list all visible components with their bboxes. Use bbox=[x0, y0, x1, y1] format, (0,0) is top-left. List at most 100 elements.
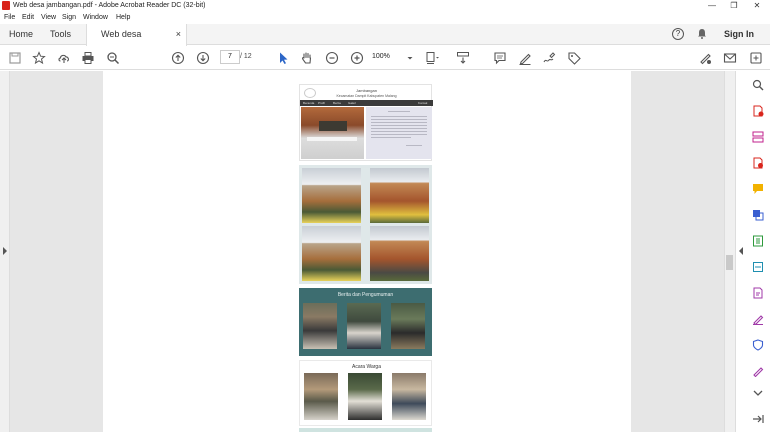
menu-help[interactable]: Help bbox=[116, 13, 130, 23]
stamp-tag-icon[interactable] bbox=[567, 51, 581, 65]
print-icon[interactable] bbox=[81, 51, 95, 65]
minimize-button[interactable]: — bbox=[701, 0, 723, 12]
gallery-photo bbox=[370, 226, 429, 281]
expand-more-tools-chevron-icon[interactable] bbox=[752, 387, 764, 399]
gallery-photo bbox=[302, 168, 361, 223]
request-signature-icon[interactable] bbox=[752, 365, 764, 377]
scan-ocr-icon[interactable] bbox=[752, 261, 764, 273]
village-office-photo bbox=[301, 107, 364, 159]
close-tab-icon[interactable]: × bbox=[176, 24, 181, 45]
text-line bbox=[371, 125, 427, 126]
text-line bbox=[371, 131, 427, 132]
fill-sign-pen-icon[interactable] bbox=[698, 51, 712, 65]
bookmark-star-icon[interactable] bbox=[32, 51, 46, 65]
text-line bbox=[371, 134, 427, 135]
tab-home[interactable]: Home bbox=[9, 24, 33, 45]
gallery-photo bbox=[370, 168, 429, 223]
menu-window[interactable]: Window bbox=[83, 13, 108, 23]
compress-pdf-icon[interactable] bbox=[752, 235, 764, 247]
hand-tool-icon[interactable] bbox=[300, 51, 314, 65]
restore-button[interactable]: ❐ bbox=[723, 0, 745, 12]
nav-item: Galeri bbox=[348, 101, 357, 105]
upload-cloud-icon[interactable] bbox=[57, 51, 71, 65]
previous-page-icon[interactable] bbox=[171, 51, 185, 65]
combine-files-icon[interactable] bbox=[752, 209, 764, 221]
news-photo bbox=[303, 303, 337, 349]
scrollbar-thumb[interactable] bbox=[726, 255, 733, 270]
collapse-panel-arrow-icon[interactable] bbox=[752, 413, 764, 425]
fill-sign-tool-icon[interactable] bbox=[752, 313, 764, 325]
next-section-edge bbox=[299, 428, 432, 432]
tab-document[interactable]: Web desa jambangan... × bbox=[86, 24, 187, 60]
scroll-mode-icon[interactable] bbox=[456, 51, 470, 65]
office-sign-image bbox=[319, 121, 347, 131]
tab-bar: Home Tools Web desa jambangan... × ? Sig… bbox=[0, 24, 770, 60]
text-line bbox=[371, 128, 427, 129]
expand-left-panel-icon[interactable] bbox=[2, 247, 8, 255]
text-line bbox=[371, 122, 427, 123]
protect-shield-icon[interactable] bbox=[752, 339, 764, 351]
close-window-button[interactable]: ✕ bbox=[746, 0, 768, 12]
gallery-photo bbox=[302, 226, 361, 281]
export-pdf-icon[interactable] bbox=[752, 157, 764, 169]
collapse-right-panel-icon[interactable] bbox=[738, 247, 744, 255]
event-photo bbox=[304, 373, 338, 420]
highlight-pen-icon[interactable] bbox=[518, 51, 532, 65]
event-photo bbox=[348, 373, 382, 420]
text-line bbox=[371, 137, 411, 138]
text-line bbox=[406, 145, 422, 146]
page-count: / 12 bbox=[240, 53, 252, 60]
help-icon[interactable]: ? bbox=[672, 28, 684, 40]
organize-pages-icon[interactable] bbox=[752, 131, 764, 143]
title-bar: Web desa jambangan.pdf - Adobe Acrobat R… bbox=[0, 0, 770, 12]
zoom-out-icon[interactable] bbox=[325, 51, 339, 65]
zoom-level-input[interactable]: 100% bbox=[372, 50, 414, 64]
comment-icon[interactable] bbox=[493, 51, 507, 65]
menu-sign[interactable]: Sign bbox=[62, 13, 76, 23]
vertical-scrollbar[interactable] bbox=[724, 71, 735, 432]
news-photo bbox=[391, 303, 425, 349]
save-icon[interactable] bbox=[8, 51, 22, 65]
page-fit-icon[interactable] bbox=[425, 51, 439, 65]
notification-bell-icon[interactable] bbox=[697, 28, 707, 39]
window-title: Web desa jambangan.pdf - Adobe Acrobat R… bbox=[13, 2, 206, 9]
website-title: Jambangan bbox=[356, 88, 377, 93]
right-tools-panel bbox=[735, 71, 770, 432]
events-section-title: Acara Warga bbox=[352, 364, 381, 370]
nav-item: Berita bbox=[333, 101, 341, 105]
text-line bbox=[371, 116, 427, 117]
news-photo bbox=[347, 303, 381, 349]
welcome-text-panel bbox=[366, 107, 432, 159]
menu-bar: File Edit View Sign Window Help bbox=[0, 12, 770, 24]
text-line bbox=[371, 119, 427, 120]
menu-view[interactable]: View bbox=[41, 13, 56, 23]
acrobat-app-icon bbox=[2, 1, 10, 10]
office-fence-image bbox=[307, 137, 357, 141]
left-panel-collapsed[interactable] bbox=[0, 71, 10, 432]
search-tools-icon[interactable] bbox=[752, 79, 764, 91]
tab-tools[interactable]: Tools bbox=[50, 24, 71, 45]
sign-in-button[interactable]: Sign In bbox=[724, 24, 754, 45]
menu-edit[interactable]: Edit bbox=[22, 13, 34, 23]
page-number-input[interactable]: 7 bbox=[220, 50, 240, 64]
website-nav-bar: Beranda Profil Berita Galeri Kontak bbox=[300, 100, 433, 106]
news-section: Berita dan Pengumuman bbox=[299, 288, 432, 356]
gallery-section bbox=[299, 165, 432, 284]
nav-item: Kontak bbox=[418, 101, 428, 105]
text-line bbox=[388, 111, 410, 112]
nav-item: Profil bbox=[318, 101, 325, 105]
news-section-title: Berita dan Pengumuman bbox=[337, 292, 394, 298]
zoom-in-icon[interactable] bbox=[350, 51, 364, 65]
select-cursor-icon[interactable] bbox=[276, 51, 290, 65]
menu-file[interactable]: File bbox=[4, 13, 15, 23]
website-header-section: Jambangan Kecamatan Dampit Kabupaten Mal… bbox=[299, 84, 433, 161]
next-page-icon[interactable] bbox=[196, 51, 210, 65]
draw-sign-icon[interactable] bbox=[542, 51, 556, 65]
events-section: Acara Warga bbox=[299, 360, 432, 426]
edit-pdf-icon[interactable] bbox=[752, 287, 764, 299]
zoom-search-icon[interactable] bbox=[106, 51, 120, 65]
more-tools-icon[interactable] bbox=[749, 51, 763, 65]
email-envelope-icon[interactable] bbox=[723, 51, 737, 65]
create-pdf-icon[interactable] bbox=[752, 105, 764, 117]
comment-tool-icon[interactable] bbox=[752, 183, 764, 195]
